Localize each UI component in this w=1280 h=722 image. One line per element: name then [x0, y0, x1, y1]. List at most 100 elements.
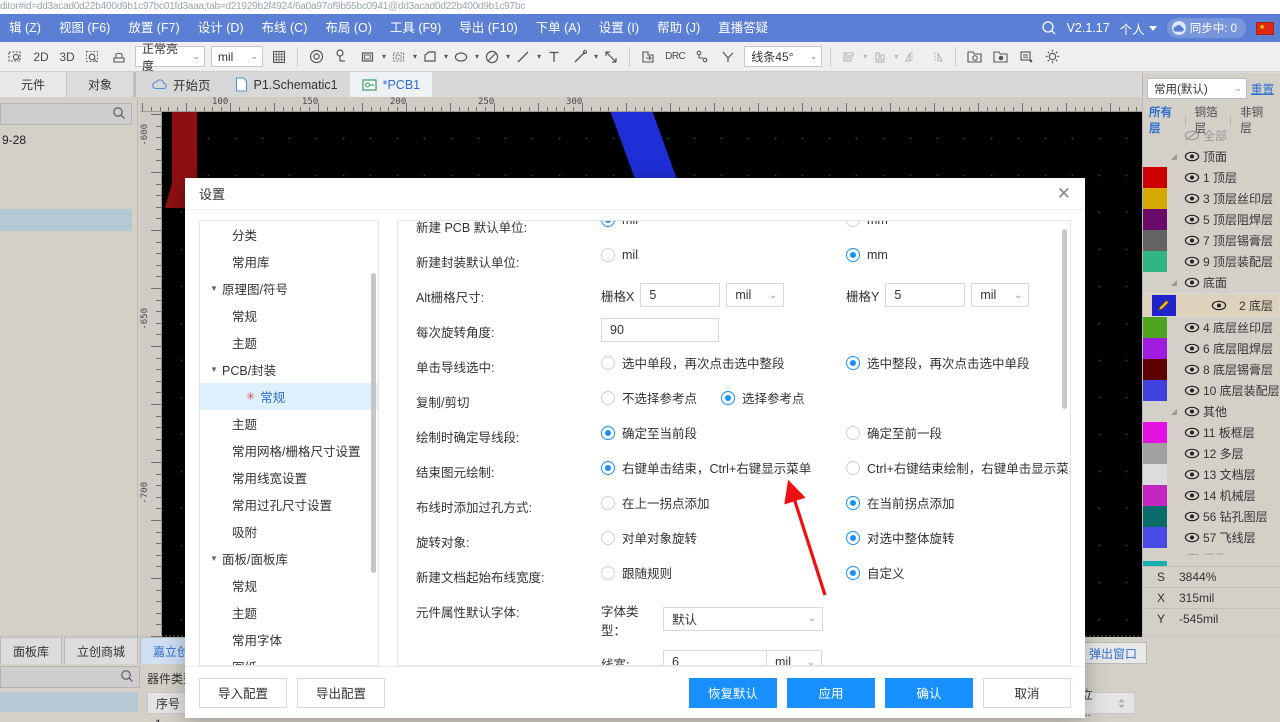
radio-via-current-corner[interactable]: 在当前拐点添加 [846, 493, 955, 512]
layer-row[interactable]: 2 底层 [1143, 293, 1280, 317]
radio-copy-no-ref[interactable]: 不选择参考点 [601, 388, 697, 407]
settings-tree-item-2[interactable]: ▼ 原理图/符号 [200, 275, 378, 302]
layer-row[interactable]: 57 飞线层 [1143, 527, 1280, 548]
font-width-input[interactable]: 6 [663, 650, 767, 665]
import-icon[interactable] [598, 44, 624, 70]
line-angle-select[interactable]: 线条45° ⌄ [744, 46, 823, 67]
folder-save-icon[interactable] [961, 44, 987, 70]
eye-icon[interactable] [1181, 343, 1203, 354]
sync-status-badge[interactable]: 同步中: 0 [1166, 18, 1246, 38]
doc-tab-pcb[interactable]: *PCB1 [349, 72, 433, 97]
radio-draw-seg-previous[interactable]: 确定至前一段 [846, 423, 942, 442]
layer-row-all[interactable]: 全部 [1143, 125, 1280, 146]
rect-icon[interactable] [355, 44, 381, 70]
radio-rotate-single[interactable]: 对单对象旋转 [601, 528, 697, 547]
export-config-button[interactable]: 导出配置 [297, 677, 385, 708]
layer-row[interactable]: 6 底层阻焊层 [1143, 338, 1280, 359]
eye-icon[interactable] [1181, 427, 1203, 438]
settings-tree-item-3[interactable]: 常规 [200, 302, 378, 329]
chevron-down-icon[interactable]: ◢ [1167, 152, 1181, 161]
layer-color-swatch[interactable] [1143, 317, 1167, 338]
layer-color-swatch[interactable] [1143, 422, 1167, 443]
menu-item-layout[interactable]: 布局 (O) [316, 14, 381, 42]
layer-row[interactable]: 1 顶层 [1143, 167, 1280, 188]
layer-color-swatch[interactable] [1143, 506, 1167, 527]
tree-scrollbar[interactable] [371, 273, 376, 573]
eye-icon[interactable] [1181, 448, 1203, 459]
print-icon[interactable] [106, 44, 132, 70]
grid-x-input[interactable]: 5 [640, 283, 721, 307]
eye-icon[interactable] [1181, 364, 1203, 375]
settings-tree-item-1[interactable]: 常用库 [200, 248, 378, 275]
line-tool[interactable]: ▾ [510, 44, 541, 70]
bottom-tab-mall[interactable]: 立创商城 [64, 637, 139, 664]
brightness-select[interactable]: 正常亮度 ⌄ [135, 42, 205, 73]
select-area-icon[interactable] [2, 44, 28, 70]
search-icon[interactable] [1041, 20, 1057, 36]
layer-color-swatch[interactable] [1143, 188, 1167, 209]
layer-row[interactable]: 8 底层锡膏层 [1143, 359, 1280, 380]
settings-tree-item-6[interactable]: ✳ 常规 [200, 383, 378, 410]
route-tool[interactable]: ▾ [567, 44, 598, 70]
layer-row[interactable]: 11 板框层 [1143, 422, 1280, 443]
eye-icon[interactable] [1181, 469, 1203, 480]
layer-preset-select[interactable]: 常用(默认) ⌄ [1147, 78, 1247, 99]
layer-row[interactable]: 3 顶层丝印层 [1143, 188, 1280, 209]
gear-icon[interactable] [1039, 44, 1065, 70]
unit-select[interactable]: mil ⌄ [211, 46, 263, 67]
popout-window-button[interactable]: 弹出窗口 [1078, 642, 1147, 664]
settings-category-tree[interactable]: 分类 常用库 ▼ 原理图/符号 常规 主题 ▼ PCB/封装 ✳ 常规 主题 常用网格/栅格尺寸设置常… [199, 220, 379, 666]
layer-group-components[interactable]: ◢ 元件 [1143, 548, 1280, 555]
radio-click-wire-single[interactable]: 选中单段，再次点击选中整段 [601, 353, 785, 372]
layer-group-0[interactable]: ◢ 顶面 [1143, 146, 1280, 167]
menu-item-live-qa[interactable]: 直播答疑 [709, 14, 777, 42]
folder-open-icon[interactable] [987, 44, 1013, 70]
cancel-button[interactable]: 取消 [983, 677, 1071, 708]
zoom-select-icon[interactable] [80, 44, 106, 70]
layer-row[interactable]: 5 顶层阻焊层 [1143, 209, 1280, 230]
eye-icon[interactable] [1181, 235, 1203, 246]
settings-tree-item-5[interactable]: ▼ PCB/封装 [200, 356, 378, 383]
view-3d-button[interactable]: 3D [54, 44, 80, 70]
settings-tree-item-12[interactable]: ▼ 面板/面板库 [200, 545, 378, 572]
settings-tree-item-10[interactable]: 常用过孔尺寸设置 [200, 491, 378, 518]
pad-icon[interactable] [329, 44, 355, 70]
layer-row[interactable]: 7 顶层锡膏层 [1143, 230, 1280, 251]
account-menu[interactable]: 个人 [1120, 19, 1157, 38]
bottom-selected-row[interactable] [0, 692, 138, 712]
layer-color-swatch[interactable] [1143, 209, 1167, 230]
layer-group-1[interactable]: ◢ 底面 [1143, 272, 1280, 293]
eye-icon[interactable] [1181, 256, 1203, 267]
doc-tab-schematic[interactable]: P1.Schematic1 [223, 72, 350, 97]
grid-x-unit-select[interactable]: mil ⌄ [726, 283, 785, 307]
radio-copy-ref[interactable]: 选择参考点 [721, 388, 805, 407]
polygon-tool[interactable]: ▾ [417, 44, 448, 70]
font-type-select[interactable]: 默认 ⌄ [663, 606, 823, 631]
bottom-search-input[interactable] [0, 666, 140, 688]
radio-pcb-unit-mil[interactable]: mil [601, 221, 638, 227]
prohibit-tool[interactable]: ▾ [479, 44, 510, 70]
via-icon[interactable] [303, 44, 329, 70]
radio-click-wire-whole[interactable]: 选中整段，再次点击选中单段 [846, 353, 1030, 372]
radio-draw-seg-current[interactable]: 确定至当前段 [601, 423, 697, 442]
copper-area-tool[interactable]: ▾ [386, 44, 417, 70]
layer-reset-link[interactable]: 重置 [1251, 81, 1276, 97]
layer-color-swatch[interactable] [1143, 527, 1167, 548]
copper-area-icon[interactable] [386, 44, 412, 70]
menu-item-route[interactable]: 布线 (C) [253, 14, 317, 42]
layer-group-2[interactable]: ◢ 其他 [1143, 401, 1280, 422]
radio-end-draw-right-click[interactable]: 右键单击结束，Ctrl+右键显示菜单 [601, 458, 811, 477]
line-icon[interactable] [510, 44, 536, 70]
menu-item-place[interactable]: 放置 (F7) [119, 14, 188, 42]
layer-color-swatch[interactable] [1143, 338, 1167, 359]
menu-item-design[interactable]: 设计 (D) [189, 14, 253, 42]
radio-via-previous-corner[interactable]: 在上一拐点添加 [601, 493, 710, 512]
eye-icon[interactable] [1181, 277, 1203, 288]
layer-row[interactable]: 10 底层装配层 [1143, 380, 1280, 401]
chevron-down-icon[interactable]: ▼ [210, 284, 222, 293]
cart-icon[interactable] [1013, 44, 1039, 70]
layer-color-swatch[interactable] [1143, 167, 1167, 188]
doc-tab-home[interactable]: 开始页 [140, 72, 223, 97]
measure-icon[interactable] [689, 44, 715, 70]
layer-row[interactable]: 4 底层丝印层 [1143, 317, 1280, 338]
